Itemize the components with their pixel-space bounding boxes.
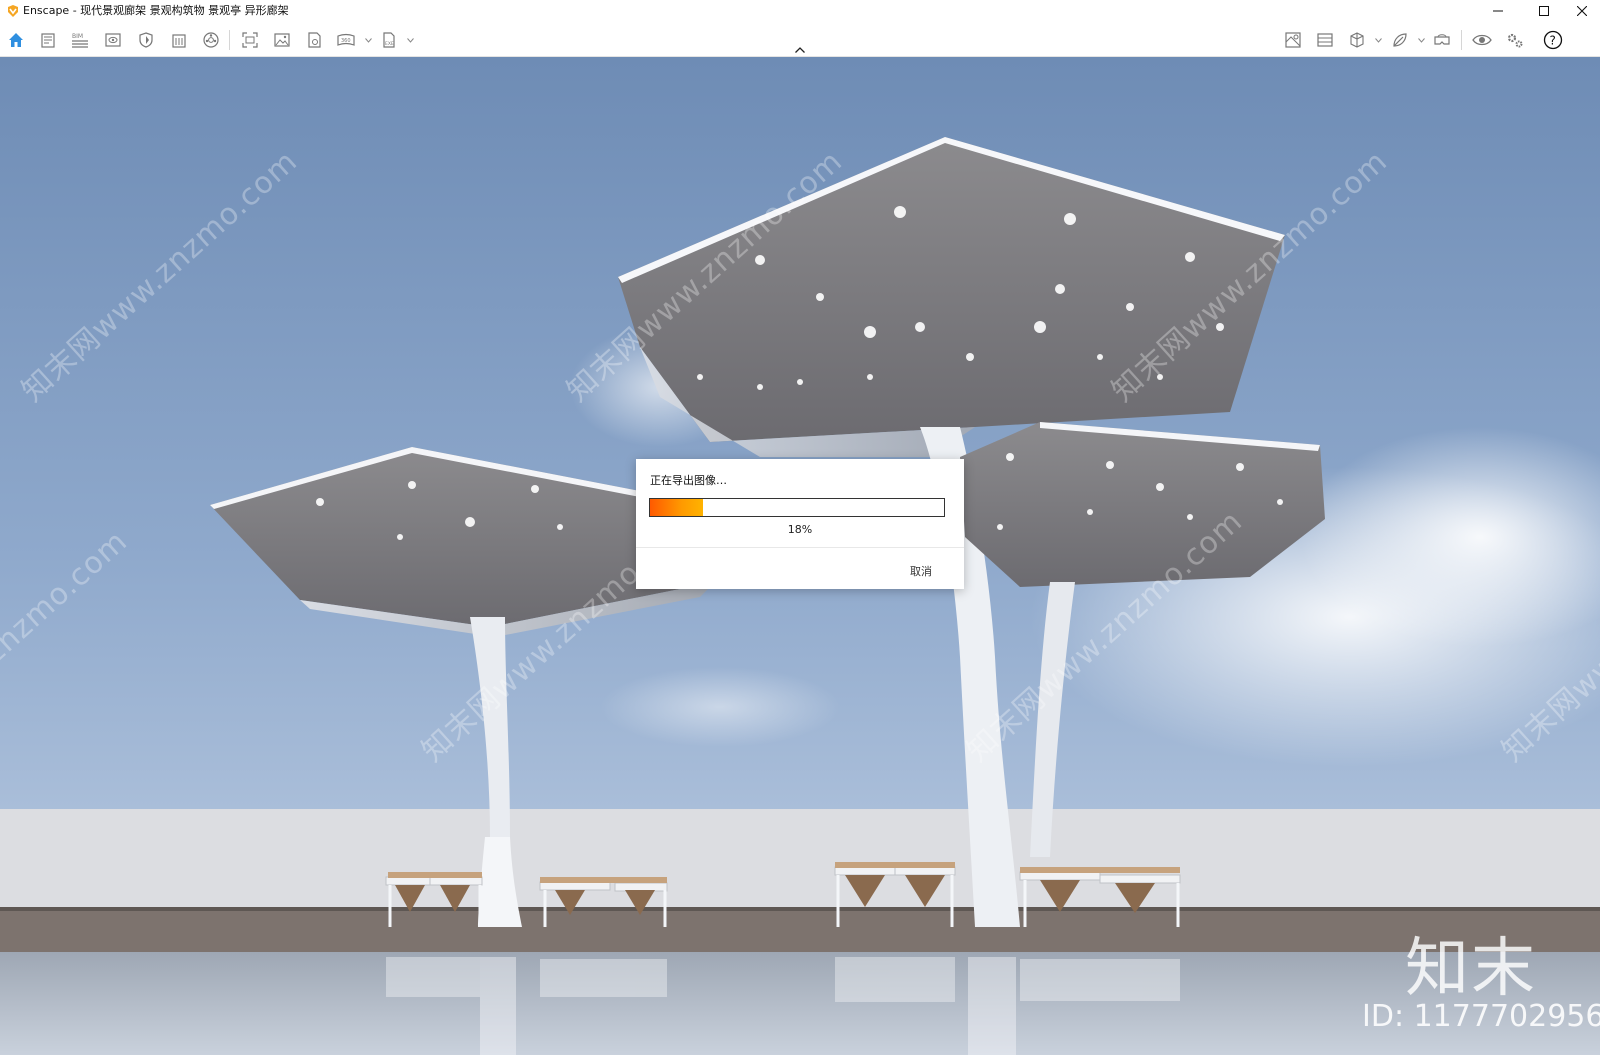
- notes-icon: [41, 33, 55, 48]
- asset-library-icon: [203, 32, 219, 48]
- export-file-icon: EXE: [383, 32, 395, 48]
- fullscreen-capture-button[interactable]: [238, 28, 262, 52]
- bim-button[interactable]: BIM: [68, 28, 92, 52]
- panorama-icon: 360: [337, 33, 355, 46]
- chevron-down-icon: [1417, 37, 1425, 43]
- screenshot-icon: [274, 33, 290, 47]
- atmosphere-icon: [1393, 33, 1407, 47]
- panorama-button[interactable]: 360: [334, 28, 358, 52]
- export-progress-dialog: 正在导出图像… 18% 取消: [636, 459, 964, 589]
- building-button[interactable]: [167, 28, 191, 52]
- progress-fill: [650, 499, 703, 516]
- chevron-down-icon: [406, 37, 414, 43]
- watermark-id: ID: 1177702956: [1362, 999, 1600, 1034]
- vr-headset-button[interactable]: [1430, 28, 1454, 52]
- dialog-divider: [636, 547, 964, 548]
- batch-render-button[interactable]: [302, 28, 326, 52]
- cube-view-icon: [1350, 32, 1364, 48]
- settings-button[interactable]: [1503, 28, 1527, 52]
- svg-text:?: ?: [1550, 34, 1556, 48]
- live-update-button[interactable]: [1470, 28, 1494, 52]
- visual-settings-button[interactable]: [1313, 28, 1337, 52]
- building-icon: [172, 34, 186, 48]
- home-icon: [9, 33, 23, 47]
- minimize-icon: [1493, 10, 1503, 12]
- maximize-icon: [1539, 6, 1549, 16]
- toolbar-separator: [229, 30, 230, 50]
- progress-percent: 18%: [787, 523, 813, 536]
- window-title: Enscape - 现代景观廊架 景观构筑物 景观亭 异形廊架: [23, 4, 289, 17]
- shield-button[interactable]: [134, 28, 158, 52]
- screenshot-button[interactable]: [270, 28, 294, 52]
- vr-headset-icon: [1434, 34, 1450, 45]
- visual-settings-icon: [1317, 33, 1333, 47]
- toolbar-separator: [1461, 30, 1462, 50]
- gear-icon: [1507, 33, 1523, 48]
- cancel-button[interactable]: 取消: [906, 561, 936, 581]
- material-editor-button[interactable]: [1281, 28, 1305, 52]
- help-icon: ?: [1543, 30, 1563, 50]
- minimize-button[interactable]: [1480, 0, 1516, 22]
- svg-text:EXE: EXE: [385, 41, 394, 47]
- svg-text:BIM: BIM: [72, 33, 83, 40]
- chevron-down-icon: [364, 37, 372, 43]
- atmosphere-dropdown[interactable]: [1417, 36, 1425, 44]
- home-button[interactable]: [4, 28, 28, 52]
- svg-text:360: 360: [341, 38, 351, 44]
- notes-button[interactable]: [36, 28, 60, 52]
- enscape-logo-icon: [8, 5, 18, 17]
- cube-view-dropdown[interactable]: [1374, 36, 1382, 44]
- collapse-toolbar-button[interactable]: [792, 44, 808, 56]
- atmosphere-button[interactable]: [1388, 28, 1412, 52]
- view-button[interactable]: [101, 28, 125, 52]
- help-button[interactable]: ?: [1541, 28, 1565, 52]
- fullscreen-capture-icon: [242, 32, 258, 48]
- eye-icon: [1472, 34, 1492, 46]
- bim-icon: BIM: [72, 33, 88, 48]
- export-file-button[interactable]: EXE: [377, 28, 401, 52]
- title-bar: Enscape - 现代景观廊架 景观构筑物 景观亭 异形廊架: [0, 0, 1600, 22]
- asset-library-button[interactable]: [199, 28, 223, 52]
- close-button[interactable]: [1564, 0, 1600, 22]
- progress-bar: [649, 498, 945, 517]
- export-dropdown[interactable]: [406, 36, 414, 44]
- dialog-title: 正在导出图像…: [650, 474, 727, 487]
- view-icon: [105, 33, 121, 47]
- shield-icon: [139, 32, 153, 48]
- maximize-button[interactable]: [1526, 0, 1562, 22]
- chevron-down-icon: [1374, 37, 1382, 43]
- close-icon: [1577, 6, 1587, 16]
- cube-view-button[interactable]: [1345, 28, 1369, 52]
- watermark-logo: 知末: [1405, 932, 1537, 1006]
- material-editor-icon: [1285, 32, 1301, 48]
- batch-render-icon: [308, 32, 321, 48]
- panorama-dropdown[interactable]: [364, 36, 372, 44]
- chevron-up-icon: [795, 47, 805, 53]
